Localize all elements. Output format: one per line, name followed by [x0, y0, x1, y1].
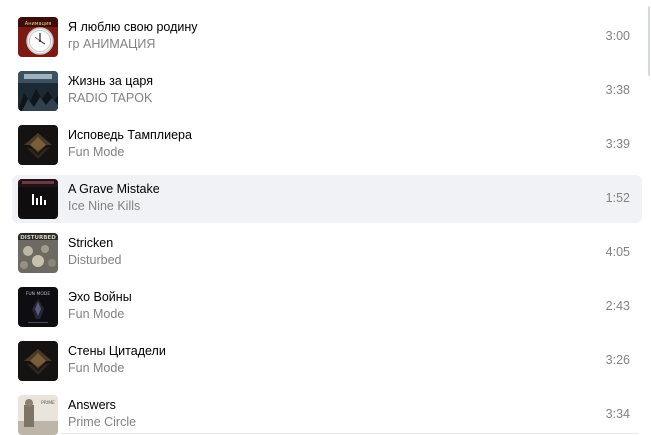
track-title[interactable]: Стены Цитадели [68, 344, 166, 358]
disturbed-cover-icon[interactable]: DISTURBED [18, 233, 58, 273]
track-duration: 3:34 [605, 407, 630, 421]
track-row[interactable]: DISTURBED Stricken Disturbed 4:05 [12, 229, 642, 277]
track-title[interactable]: Я люблю свою родину [68, 20, 198, 34]
track-artist[interactable]: Disturbed [68, 253, 122, 267]
track-artist[interactable]: Prime Circle [68, 415, 136, 429]
track-duration: 1:52 [605, 191, 630, 205]
track-artist[interactable]: гр АНИМАЦИЯ [68, 37, 155, 51]
track-title[interactable]: Исповедь Тамплиера [68, 128, 192, 142]
track-row[interactable]: PRIME Answers Prime Circle 3:34 [12, 391, 642, 435]
divider [60, 433, 638, 434]
clock-cover-icon[interactable]: Анимация [18, 17, 58, 57]
track-list: Анимация Я люблю свою родину гр АНИМАЦИЯ… [0, 0, 651, 435]
track-duration: 4:05 [605, 245, 630, 259]
emblem-cover-icon[interactable] [18, 125, 58, 165]
track-row[interactable]: Жизнь за царя RADIO TAPOK 3:38 [12, 67, 642, 115]
svg-text:PRIME: PRIME [41, 400, 55, 406]
svg-text:DISTURBED: DISTURBED [20, 235, 56, 241]
track-artist[interactable]: Fun Mode [68, 145, 124, 159]
emblem-cover-icon[interactable] [18, 341, 58, 381]
track-row[interactable]: Анимация Я люблю свою родину гр АНИМАЦИЯ… [12, 13, 642, 61]
echo-cover-icon[interactable]: FUN MODE [18, 287, 58, 327]
battle-cover-icon[interactable] [18, 71, 58, 111]
svg-text:Анимация: Анимация [25, 21, 51, 27]
scrollbar-thumb[interactable] [648, 6, 650, 76]
track-artist[interactable]: RADIO TAPOK [68, 91, 152, 105]
track-title[interactable]: Stricken [68, 236, 113, 250]
answers-cover-icon[interactable]: PRIME [18, 395, 58, 435]
track-row[interactable]: Исповедь Тамплиера Fun Mode 3:39 [12, 121, 642, 169]
track-row[interactable]: Стены Цитадели Fun Mode 3:26 [12, 337, 642, 385]
track-duration: 3:26 [605, 353, 630, 367]
track-title[interactable]: A Grave Mistake [68, 182, 160, 196]
track-duration: 3:38 [605, 83, 630, 97]
track-row-playing[interactable]: A Grave Mistake Ice Nine Kills 1:52 [12, 175, 642, 223]
track-artist[interactable]: Fun Mode [68, 307, 124, 321]
track-duration: 2:43 [605, 299, 630, 313]
track-duration: 3:39 [605, 137, 630, 151]
track-title[interactable]: Answers [68, 398, 116, 412]
track-title[interactable]: Жизнь за царя [68, 74, 153, 88]
track-row[interactable]: FUN MODE Эхо Войны Fun Mode 2:43 [12, 283, 642, 331]
svg-text:FUN MODE: FUN MODE [26, 291, 51, 297]
track-artist[interactable]: Ice Nine Kills [68, 199, 140, 213]
track-duration: 3:00 [605, 29, 630, 43]
track-artist[interactable]: Fun Mode [68, 361, 124, 375]
playing-cover-icon[interactable] [18, 179, 58, 219]
track-title[interactable]: Эхо Войны [68, 290, 132, 304]
